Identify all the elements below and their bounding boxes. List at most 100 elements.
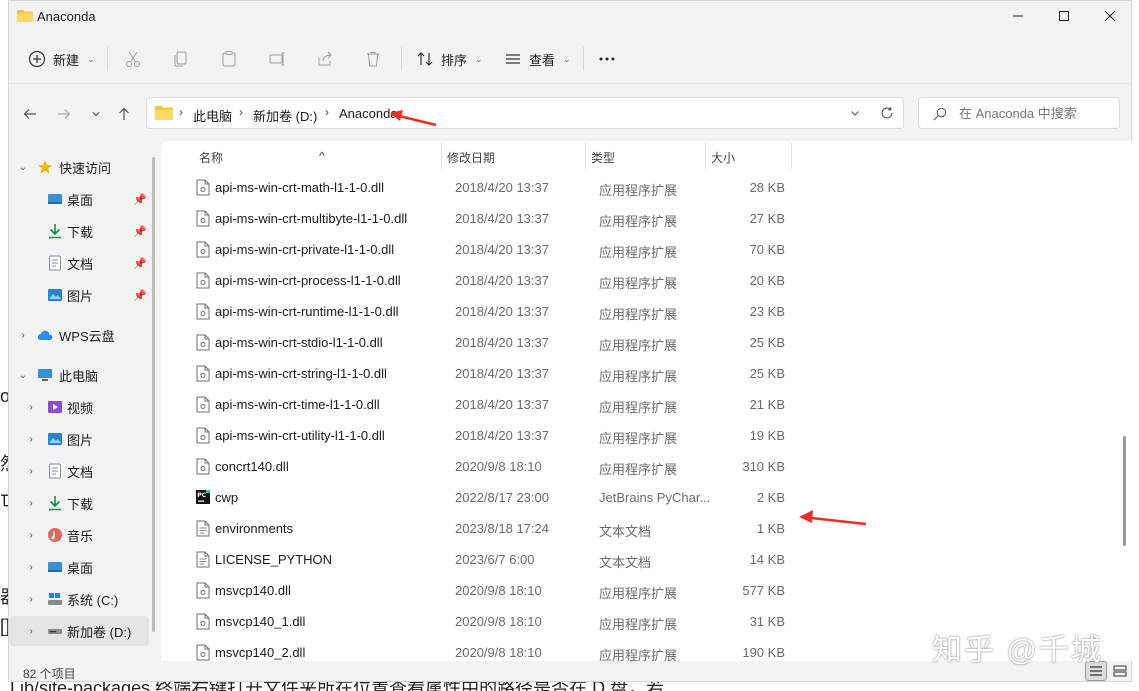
chevron-right-icon[interactable]: › [25,498,37,509]
file-row[interactable]: PC cwp 2022/8/17 23:00 JetBrains PyChar... 2… [161,482,861,513]
file-size: 70 KB [749,242,785,257]
chevron-right-icon[interactable]: › [25,562,37,573]
column-divider[interactable] [705,143,706,169]
file-modified-date: 2018/4/20 13:37 [455,304,549,319]
scissors-icon [123,49,143,69]
file-row[interactable]: api-ms-win-crt-private-l1-1-0.dll 2018/4/… [161,234,861,265]
recent-locations-button[interactable] [83,101,109,127]
minimize-button[interactable] [995,1,1041,31]
new-button[interactable]: 新建 ⌄ [27,47,95,71]
folder-icon [17,10,33,22]
view-label: 查看 [529,52,556,68]
pin-icon: 📌 [133,258,147,270]
file-row[interactable]: api-ms-win-crt-string-l1-1-0.dll 2018/4/2… [161,358,861,389]
more-options-button[interactable] [597,47,617,71]
search-input[interactable] [957,105,1111,122]
title-bar[interactable]: Anaconda [9,1,1131,33]
address-bar[interactable]: › 此电脑 › 新加卷 (D:) › Anaconda [146,97,904,129]
share-button[interactable] [315,47,335,71]
sidebar-scrollbar[interactable] [152,157,155,632]
column-header-size[interactable]: 大小 [711,149,735,166]
file-row[interactable]: msvcp140.dll 2020/9/8 18:10 应用程序扩展 577 KB [161,575,861,606]
sidebar-item-wps-cloud[interactable]: › WPS云盘 [9,320,149,350]
chevron-right-icon[interactable]: › [25,594,37,605]
sidebar-item-this-pc[interactable]: ⌄ 此电脑 [9,360,149,390]
sort-button[interactable]: 排序 ⌄ [415,47,483,71]
file-explorer-window: Anaconda 新建 ⌄ 排序 ⌄ 查看 ⌄ › 此电脑 › 新加卷 (D:)… [8,0,1133,682]
maximize-button[interactable] [1041,1,1087,31]
up-button[interactable] [111,101,137,127]
view-button[interactable]: 查看 ⌄ [503,47,571,71]
sidebar-item-quick-access[interactable]: ⌄ 快速访问 [9,152,149,182]
chevron-right-icon[interactable]: › [25,434,37,445]
chevron-right-icon[interactable]: › [25,530,37,541]
file-list: ^ 名称 修改日期 类型 大小 api-ms-win-crt-math-l1-1… [161,141,1133,661]
sidebar-item-desktop-pc[interactable]: › 桌面 [9,552,149,582]
file-row[interactable]: LICENSE_PYTHON 2023/6/7 6:00 文本文档 14 KB [161,544,861,575]
chevron-right-icon[interactable]: › [17,330,29,341]
back-button[interactable] [17,101,43,127]
sidebar-item-label: 桌面 [67,560,94,576]
breadcrumb-this-pc[interactable]: 此电脑 [193,106,232,125]
file-list-scrollbar[interactable] [1123,436,1126,546]
file-row[interactable]: concrt140.dll 2020/9/8 18:10 应用程序扩展 310 KB [161,451,861,482]
chevron-right-icon: › [325,105,329,119]
text-file-icon [196,551,210,568]
address-history-button[interactable] [839,107,871,119]
paste-button[interactable] [219,47,239,71]
rename-button[interactable] [267,47,287,71]
dll-file-icon [196,582,210,599]
column-header-date[interactable]: 修改日期 [447,149,495,166]
sidebar-item-documents[interactable]: 文档 📌 [9,248,149,278]
file-row[interactable]: environments 2023/8/18 17:24 文本文档 1 KB [161,513,861,544]
refresh-button[interactable] [871,106,903,120]
file-type: 应用程序扩展 [599,648,678,661]
sidebar-item-music[interactable]: › 音乐 [9,520,149,550]
sidebar-item-downloads-pc[interactable]: › 下载 [9,488,149,518]
search-box[interactable] [918,97,1120,129]
file-modified-date: 2018/4/20 13:37 [455,428,549,443]
sidebar-item-label: 音乐 [67,528,94,544]
file-type: JetBrains PyChar... [599,490,711,505]
file-row[interactable]: api-ms-win-crt-stdio-l1-1-0.dll 2018/4/20… [161,327,861,358]
chevron-right-icon[interactable]: › [25,402,37,413]
column-divider[interactable] [791,143,792,169]
breadcrumb-drive-d[interactable]: 新加卷 (D:) [253,106,317,125]
sidebar-item-videos[interactable]: › 视频 [9,392,149,422]
refresh-icon [881,107,893,119]
sidebar-item-label: 下载 [67,496,94,512]
file-row[interactable]: api-ms-win-crt-multibyte-l1-1-0.dll 2018/… [161,203,861,234]
chevron-right-icon[interactable]: › [25,466,37,477]
column-divider[interactable] [441,143,442,169]
tiles-view-icon [1113,665,1127,677]
file-row[interactable]: api-ms-win-crt-process-l1-1-0.dll 2018/4/… [161,265,861,296]
chevron-down-icon: ⌄ [475,53,483,64]
chevron-down-icon[interactable]: ⌄ [17,370,29,381]
column-divider[interactable] [585,143,586,169]
dll-file-icon [196,210,210,227]
cut-button[interactable] [123,47,143,71]
file-row[interactable]: api-ms-win-crt-runtime-l1-1-0.dll 2018/4/… [161,296,861,327]
column-header-name[interactable]: 名称 [199,149,223,166]
sidebar-item-pictures-pc[interactable]: › 图片 [9,424,149,454]
forward-button[interactable] [51,101,77,127]
sidebar-item-desktop[interactable]: 桌面 📌 [9,184,149,214]
sidebar-item-pictures[interactable]: 图片 📌 [9,280,149,310]
chevron-right-icon[interactable]: › [25,626,37,637]
chevron-down-icon[interactable]: ⌄ [17,162,29,173]
close-button[interactable] [1087,1,1133,31]
file-row[interactable]: api-ms-win-crt-math-l1-1-0.dll 2018/4/20 … [161,172,861,203]
file-size: 14 KB [749,552,785,567]
copy-button[interactable] [171,47,191,71]
column-header-type[interactable]: 类型 [591,149,615,166]
sidebar-item-drive-c[interactable]: › 系统 (C:) [9,584,149,614]
file-row[interactable]: api-ms-win-crt-time-l1-1-0.dll 2018/4/20 … [161,389,861,420]
file-row[interactable]: msvcp140_1.dll 2020/9/8 18:10 应用程序扩展 31 KB [161,606,861,637]
file-row[interactable]: msvcp140_2.dll 2020/9/8 18:10 应用程序扩展 190 KB [161,637,861,661]
sidebar-item-drive-d[interactable]: › 新加卷 (D:) [9,616,149,646]
sidebar-item-documents-pc[interactable]: › 文档 [9,456,149,486]
large-icons-view-button[interactable] [1109,661,1131,681]
delete-button[interactable] [363,47,383,71]
file-row[interactable]: api-ms-win-crt-utility-l1-1-0.dll 2018/4/… [161,420,861,451]
sidebar-item-downloads[interactable]: 下载 📌 [9,216,149,246]
